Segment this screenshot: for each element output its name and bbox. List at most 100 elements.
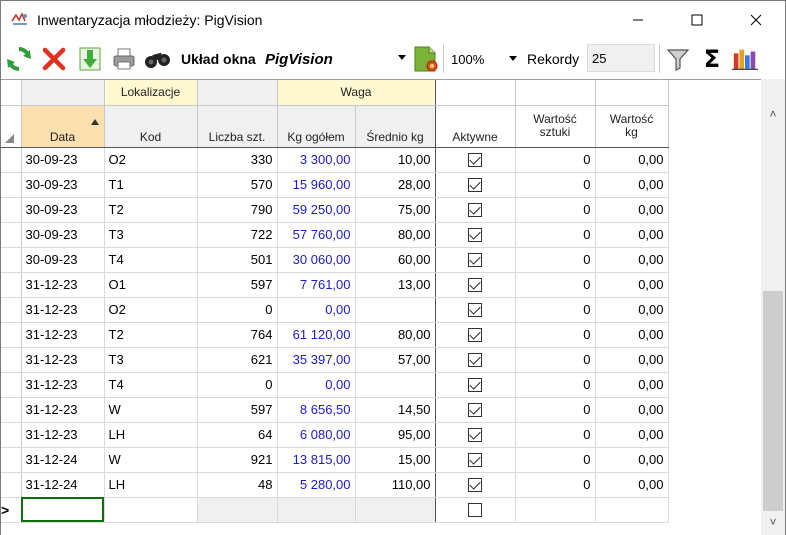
cell-aktywne[interactable] [435,322,516,348]
layout-select[interactable]: PigVision [259,46,409,72]
checkbox-aktywne[interactable] [468,353,482,368]
cell-data[interactable]: 31-12-23 [21,322,105,348]
delete-button[interactable] [40,45,68,73]
cell-wartosc-sztuki[interactable]: 0 [515,222,596,248]
checkbox-aktywne[interactable] [468,203,482,218]
cell-kod[interactable]: T2 [104,322,198,348]
cell-kg-ogolem[interactable]: 5 280,00 [277,472,356,498]
maximize-button[interactable] [674,1,720,39]
cell-liczba[interactable]: 621 [197,347,278,373]
table-row[interactable]: 30-09-23 T3 722 57 760,00 80,00 0 0,00 [1,222,669,248]
row-header[interactable] [1,172,22,198]
new-row-cell-kg-ogolem[interactable] [277,497,356,523]
cell-wartosc-sztuki[interactable]: 0 [515,272,596,298]
cell-data[interactable]: 31-12-24 [21,447,105,473]
sum-button[interactable]: Σ [698,45,726,73]
search-button[interactable] [144,45,172,73]
cell-kod[interactable]: T4 [104,247,198,273]
row-header[interactable] [1,347,22,373]
scroll-down-icon[interactable]: ˅ [761,515,785,531]
column-header-kod[interactable]: Kod [104,105,198,148]
table-row[interactable]: 31-12-24 W 921 13 815,00 15,00 0 0,00 [1,447,669,473]
new-row-cell-wartosc-kg[interactable] [595,497,669,523]
cell-liczba[interactable]: 330 [197,147,278,173]
filter-button[interactable] [664,45,692,73]
cell-kod[interactable]: LH [104,422,198,448]
cell-wartosc-sztuki[interactable]: 0 [515,347,596,373]
checkbox-aktywne[interactable] [468,328,482,343]
cell-data[interactable]: 30-09-23 [21,172,105,198]
column-header-kg-ogolem[interactable]: Kg ogółem [277,105,356,148]
row-header[interactable] [1,322,22,348]
cell-kg-ogolem[interactable]: 6 080,00 [277,422,356,448]
new-row-cell-liczba[interactable] [197,497,278,523]
cell-aktywne[interactable] [435,222,516,248]
row-header[interactable] [1,472,22,498]
row-header[interactable] [1,272,22,298]
cell-wartosc-kg[interactable]: 0,00 [595,247,669,273]
cell-liczba[interactable]: 0 [197,372,278,398]
cell-aktywne[interactable] [435,447,516,473]
cell-liczba[interactable]: 764 [197,322,278,348]
checkbox-aktywne[interactable] [468,253,482,268]
checkbox-aktywne[interactable] [468,228,482,243]
cell-srednio[interactable]: 75,00 [355,197,436,223]
print-button[interactable] [110,45,138,73]
cell-srednio[interactable]: 80,00 [355,322,436,348]
column-header-wartosc-kg[interactable]: Wartość kg [595,105,669,148]
table-row[interactable]: 30-09-23 O2 330 3 300,00 10,00 0 0,00 [1,147,669,173]
column-header-srednio[interactable]: Średnio kg [355,105,436,148]
cell-aktywne[interactable] [435,397,516,423]
cell-kg-ogolem[interactable]: 15 960,00 [277,172,356,198]
column-header-liczba[interactable]: Liczba szt. [197,105,278,148]
cell-kg-ogolem[interactable]: 8 656,50 [277,397,356,423]
cell-srednio[interactable]: 13,00 [355,272,436,298]
cell-data[interactable]: 30-09-23 [21,197,105,223]
cell-wartosc-sztuki[interactable]: 0 [515,472,596,498]
minimize-button[interactable] [615,1,661,39]
cell-data[interactable]: 30-09-23 [21,147,105,173]
cell-liczba[interactable]: 48 [197,472,278,498]
select-all-corner[interactable] [1,105,22,148]
vertical-scrollbar[interactable]: ˄ ˅ [761,79,785,535]
cell-data[interactable]: 31-12-23 [21,422,105,448]
table-row[interactable]: 31-12-23 T4 0 0,00 0 0,00 [1,372,669,398]
row-header[interactable] [1,422,22,448]
cell-data[interactable]: 30-09-23 [21,222,105,248]
cell-wartosc-sztuki[interactable]: 0 [515,397,596,423]
cell-liczba[interactable]: 570 [197,172,278,198]
column-header-aktywne[interactable]: Aktywne [435,105,516,148]
checkbox-aktywne[interactable] [468,428,482,443]
new-row-cell-data[interactable] [21,497,105,523]
cell-srednio[interactable]: 110,00 [355,472,436,498]
export-button[interactable] [76,45,104,73]
cell-liczba[interactable]: 722 [197,222,278,248]
cell-wartosc-sztuki[interactable]: 0 [515,297,596,323]
cell-kod[interactable]: O1 [104,272,198,298]
row-header[interactable] [1,372,22,398]
row-header[interactable] [1,247,22,273]
table-row[interactable]: 31-12-24 LH 48 5 280,00 110,00 0 0,00 [1,472,669,498]
cell-data[interactable]: 31-12-23 [21,297,105,323]
cell-srednio[interactable]: 80,00 [355,222,436,248]
cell-wartosc-kg[interactable]: 0,00 [595,472,669,498]
cell-srednio[interactable]: 14,50 [355,397,436,423]
cell-wartosc-sztuki[interactable]: 0 [515,372,596,398]
cell-aktywne[interactable] [435,297,516,323]
cell-aktywne[interactable] [435,372,516,398]
cell-kg-ogolem[interactable]: 0,00 [277,372,356,398]
new-row-cell-wartosc-sztuki[interactable] [515,497,596,523]
cell-data[interactable]: 31-12-23 [21,372,105,398]
cell-wartosc-kg[interactable]: 0,00 [595,447,669,473]
cell-srednio[interactable] [355,297,436,323]
cell-kod[interactable]: T4 [104,372,198,398]
cell-kg-ogolem[interactable]: 13 815,00 [277,447,356,473]
cell-aktywne[interactable] [435,197,516,223]
table-row[interactable]: 31-12-23 T3 621 35 397,00 57,00 0 0,00 [1,347,669,373]
cell-srednio[interactable]: 57,00 [355,347,436,373]
cell-srednio[interactable]: 60,00 [355,247,436,273]
cell-liczba[interactable]: 501 [197,247,278,273]
cell-data[interactable]: 31-12-23 [21,272,105,298]
checkbox-aktywne[interactable] [468,503,482,518]
cell-kg-ogolem[interactable]: 59 250,00 [277,197,356,223]
